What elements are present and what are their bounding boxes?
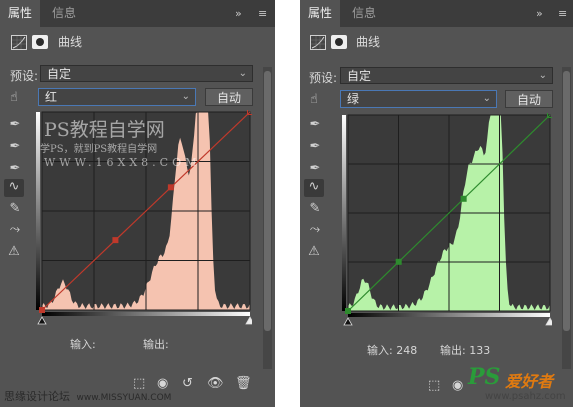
- watermark-url: WWW.16XX8.COM: [44, 156, 201, 169]
- curve-control-point: [395, 258, 402, 265]
- preset-label: 预设:: [309, 71, 338, 85]
- channel-select[interactable]: 红 ⌄: [38, 88, 196, 106]
- preset-value: 自定: [347, 69, 372, 83]
- output-value: 133: [469, 344, 491, 357]
- white-point-eyedropper-icon[interactable]: ✒: [305, 161, 325, 176]
- chevron-down-icon: ⌄: [482, 93, 491, 104]
- input-label: 输入:: [70, 338, 96, 351]
- watermark-subtitle: 学PS，就到PS教程自学网: [40, 144, 158, 155]
- footer-site-text: 思缘设计论坛: [4, 390, 70, 403]
- output-label: 输出:: [440, 344, 466, 357]
- output-label: 输出:: [143, 338, 169, 351]
- visibility-eye-icon[interactable]: 👁: [207, 376, 224, 391]
- smooth-curve-icon[interactable]: ⤳: [305, 222, 325, 237]
- clipping-warning-icon[interactable]: ⚠: [304, 244, 324, 259]
- clipping-warning-icon[interactable]: ⚠: [4, 244, 24, 259]
- scrollbar[interactable]: [562, 67, 571, 369]
- scrollbar-thumb[interactable]: [264, 71, 271, 331]
- black-point-slider: [343, 317, 353, 326]
- adjustment-title: 曲线: [356, 35, 381, 49]
- panel-menu-icon[interactable]: ≡: [258, 0, 267, 27]
- chevron-down-icon: ⌄: [538, 70, 547, 81]
- logo-url: www.psahz.com: [485, 391, 566, 402]
- preset-select[interactable]: 自定 ⌄: [40, 65, 253, 82]
- watermark-title: PS教程自学网: [44, 119, 165, 141]
- output-gradient-bar: [342, 115, 346, 311]
- curve-graph-svg[interactable]: [336, 112, 555, 331]
- input-gradient-bar: [42, 312, 250, 316]
- pencil-draw-icon[interactable]: ✎: [305, 201, 325, 216]
- channel-select[interactable]: 绿 ⌄: [340, 90, 497, 108]
- input-readout: 输入: 248: [367, 342, 417, 358]
- input-label: 输入:: [367, 344, 393, 357]
- black-point-eyedropper-icon[interactable]: ✒: [305, 117, 325, 132]
- curves-adjustment-icon[interactable]: [310, 35, 326, 50]
- curves-adjustment-icon[interactable]: [11, 35, 27, 50]
- input-gradient-bar: [348, 313, 550, 317]
- scrollbar[interactable]: [263, 67, 272, 369]
- tab-info[interactable]: 信息: [44, 0, 84, 27]
- input-value: 248: [396, 344, 418, 357]
- white-point-slider: [245, 316, 255, 325]
- auto-button[interactable]: 自动: [205, 88, 253, 106]
- black-point-slider: [37, 316, 47, 325]
- curve-control-point: [167, 184, 174, 191]
- gray-point-eyedropper-icon[interactable]: ✒: [305, 139, 325, 154]
- output-readout: 输出: 133: [440, 342, 490, 358]
- properties-panel-green: 属性 信息 » ≡ 曲线 预设: 自定 ⌄ ☝ 绿 ⌄ 自动 ✒ ✒ ✒ ∿ ✎…: [300, 0, 573, 407]
- curve-edit-points-icon[interactable]: ∿: [4, 179, 24, 197]
- delete-trash-icon[interactable]: 🗑: [235, 376, 252, 391]
- footer-site-url: www.MISSYUAN.COM: [76, 393, 172, 403]
- white-point-eyedropper-icon[interactable]: ✒: [5, 161, 25, 176]
- targeted-adjustment-icon[interactable]: ☝: [304, 92, 324, 107]
- targeted-adjustment-icon[interactable]: ☝: [4, 90, 24, 105]
- preset-value: 自定: [47, 67, 72, 81]
- logo-chinese: 爱好者: [505, 372, 554, 391]
- properties-panel-red: 属性 信息 » ≡ 曲线 预设: 自定 ⌄ ☝ 红 ⌄ 自动 ✒ ✒ ✒ ∿ ✎…: [0, 0, 275, 407]
- curve-control-point: [39, 307, 45, 313]
- chevron-down-icon: ⌄: [238, 68, 247, 79]
- tab-info[interactable]: 信息: [344, 0, 384, 27]
- layer-mask-icon[interactable]: [331, 35, 347, 49]
- curve-control-point: [112, 237, 119, 244]
- panel-tab-bar: 属性 信息 » ≡: [300, 0, 573, 27]
- tab-properties[interactable]: 属性: [300, 0, 341, 27]
- curve-control-point: [345, 308, 351, 314]
- black-point-eyedropper-icon[interactable]: ✒: [5, 117, 25, 132]
- gray-point-eyedropper-icon[interactable]: ✒: [5, 139, 25, 154]
- smooth-curve-icon[interactable]: ⤳: [5, 222, 25, 237]
- clip-to-layer-icon[interactable]: ⬚: [428, 378, 440, 393]
- footer-site-name: 思缘设计论坛 www.MISSYUAN.COM: [4, 388, 171, 404]
- adjustment-title: 曲线: [58, 35, 83, 49]
- channel-value: 绿: [347, 92, 360, 106]
- tab-properties[interactable]: 属性: [0, 0, 41, 27]
- curve-graph[interactable]: [336, 112, 555, 334]
- white-point-slider: [545, 317, 555, 326]
- curve-edit-points-icon[interactable]: ∿: [304, 179, 324, 197]
- view-previous-state-icon[interactable]: ◉: [452, 378, 463, 393]
- auto-button[interactable]: 自动: [505, 90, 553, 108]
- reset-icon[interactable]: ↺: [182, 376, 193, 391]
- panel-menu-icon[interactable]: ≡: [558, 0, 567, 27]
- preset-select[interactable]: 自定 ⌄: [340, 67, 553, 84]
- panel-tab-bar: 属性 信息 » ≡: [0, 0, 275, 27]
- collapse-icon[interactable]: »: [235, 0, 242, 27]
- scrollbar-thumb[interactable]: [563, 71, 570, 331]
- pencil-draw-icon[interactable]: ✎: [5, 201, 25, 216]
- curve-control-point: [460, 195, 467, 202]
- channel-value: 红: [45, 90, 58, 104]
- logo-ps: PS: [468, 364, 501, 390]
- preset-label: 预设:: [10, 69, 39, 83]
- layer-mask-icon[interactable]: [32, 35, 48, 49]
- chevron-down-icon: ⌄: [181, 91, 190, 102]
- collapse-icon[interactable]: »: [536, 0, 543, 27]
